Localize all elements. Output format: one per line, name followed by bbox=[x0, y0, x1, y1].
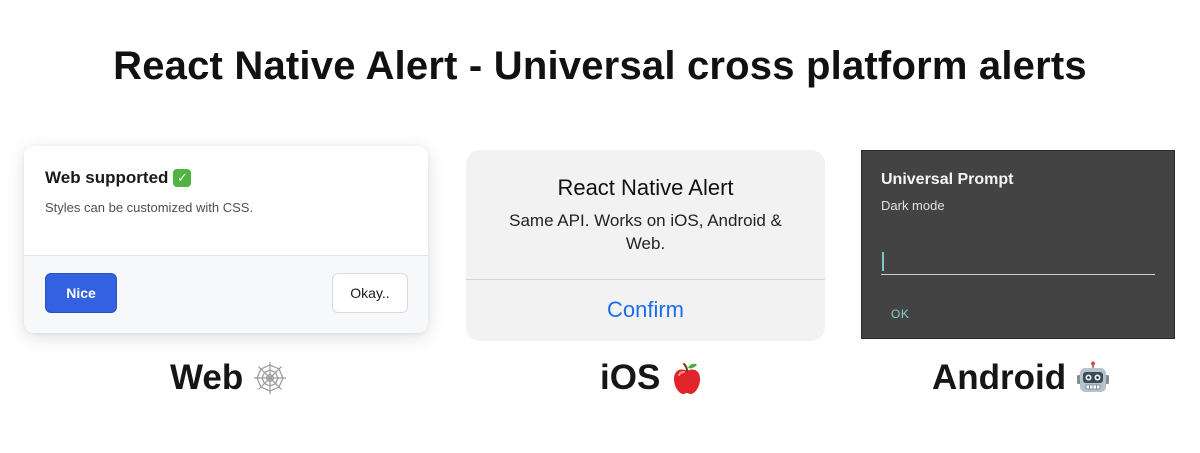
ios-alert-dialog: React Native Alert Same API. Works on iO… bbox=[466, 150, 825, 341]
web-alert-footer: Nice Okay.. bbox=[24, 256, 428, 333]
platform-label-web: Web bbox=[170, 358, 287, 398]
confirm-button[interactable]: Confirm bbox=[466, 280, 825, 340]
platform-label-android: Android bbox=[932, 358, 1110, 398]
page-title: React Native Alert - Universal cross pla… bbox=[113, 44, 1087, 88]
ios-alert-title: React Native Alert bbox=[557, 175, 734, 200]
ios-alert-message: Same API. Works on iOS, Android & Web. bbox=[509, 211, 782, 253]
red-apple-icon bbox=[670, 361, 704, 395]
web-alert-message: Styles can be customized with CSS. bbox=[45, 200, 254, 215]
text-cursor bbox=[882, 252, 884, 271]
android-alert-title: Universal Prompt bbox=[881, 171, 1014, 188]
web-alert-dialog: Web supported ✓ Styles can be customized… bbox=[24, 146, 428, 333]
check-mark-button-icon: ✓ bbox=[173, 169, 192, 187]
ios-alert-body: React Native Alert Same API. Works on iO… bbox=[466, 150, 825, 280]
spider-web-icon bbox=[253, 361, 287, 395]
platform-label-web-text: Web bbox=[170, 358, 244, 397]
web-alert-body: Web supported ✓ Styles can be customized… bbox=[24, 146, 428, 256]
web-alert-title: Web supported bbox=[45, 168, 169, 187]
nice-button[interactable]: Nice bbox=[45, 273, 117, 313]
android-alert-dialog: Universal Prompt Dark mode OK bbox=[861, 150, 1175, 339]
okay-button[interactable]: Okay.. bbox=[332, 273, 408, 313]
android-alert-message: Dark mode bbox=[881, 198, 945, 213]
android-prompt-input[interactable] bbox=[881, 249, 1155, 275]
web-alert-title-row: Web supported ✓ bbox=[45, 168, 428, 188]
page: React Native Alert - Universal cross pla… bbox=[0, 0, 1200, 453]
ok-button[interactable]: OK bbox=[891, 307, 909, 321]
robot-icon bbox=[1076, 361, 1110, 395]
platform-label-ios-text: iOS bbox=[600, 358, 661, 397]
platform-label-android-text: Android bbox=[932, 358, 1067, 397]
platform-label-ios: iOS bbox=[600, 358, 704, 398]
